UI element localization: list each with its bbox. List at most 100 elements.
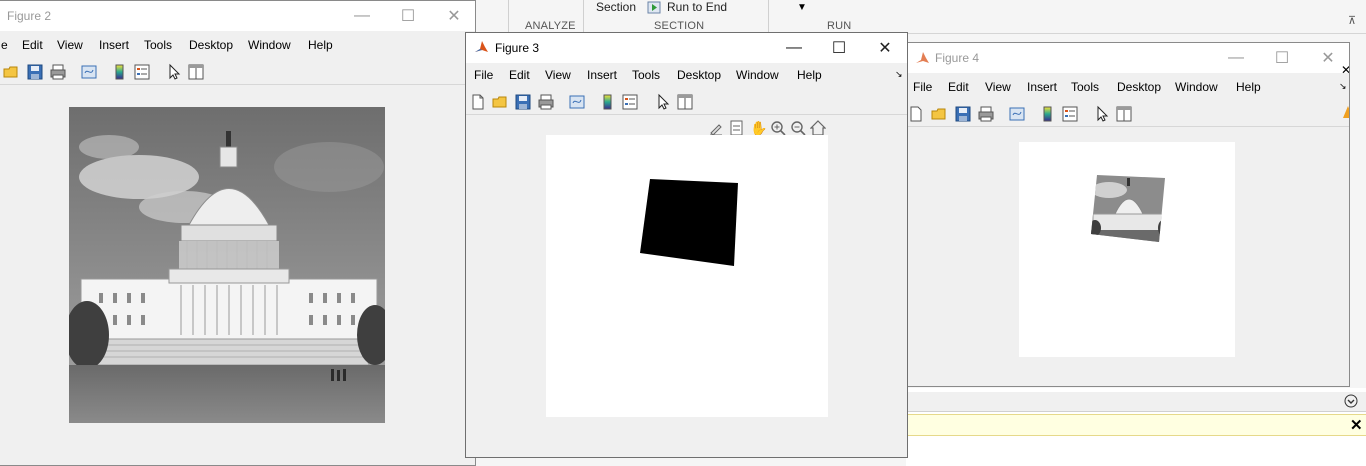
insert-legend-icon[interactable] [133, 63, 151, 81]
figure-3-axes[interactable] [546, 135, 828, 417]
warning-banner: ✕ [906, 414, 1366, 436]
figure-4-window[interactable]: Figure 4 — ☐ ✕ File Edit View Insert Too… [906, 42, 1350, 387]
maximize-icon[interactable]: ☐ [385, 1, 431, 31]
figure-3-title: Figure 3 [495, 41, 540, 55]
minimize-icon[interactable]: — [339, 1, 385, 31]
close-icon[interactable]: ✕ [1341, 63, 1349, 77]
property-inspector-icon[interactable] [1115, 105, 1133, 123]
close-icon[interactable]: ✕ [431, 1, 475, 31]
print-icon[interactable] [49, 63, 67, 81]
minimize-icon[interactable]: — [1213, 43, 1259, 73]
home-icon[interactable] [810, 120, 826, 136]
insert-colorbar-icon[interactable] [111, 63, 129, 81]
dock-arrow-icon[interactable]: ↘ [895, 69, 903, 80]
menu-insert[interactable]: Insert [1027, 80, 1057, 94]
maximize-icon[interactable]: ☐ [1259, 43, 1305, 73]
property-inspector-icon[interactable] [187, 63, 205, 81]
menu-insert[interactable]: Insert [587, 68, 617, 82]
menu-view[interactable]: View [57, 38, 83, 52]
link-plot-icon[interactable] [1008, 105, 1026, 123]
edit-plot-icon[interactable] [654, 93, 672, 111]
toolstrip-separator [508, 0, 509, 34]
save-icon[interactable] [26, 63, 44, 81]
menu-edit[interactable]: Edit [509, 68, 530, 82]
insert-legend-icon[interactable] [621, 93, 639, 111]
maximize-icon[interactable]: ☐ [816, 33, 862, 63]
insert-colorbar-icon[interactable] [1039, 105, 1057, 123]
menu-edit[interactable]: Edit [948, 80, 969, 94]
menu-help[interactable]: Help [308, 38, 333, 52]
matlab-logo-icon [915, 51, 930, 66]
figure-4-menubar: File Edit View Insert Tools Desktop Wind… [907, 76, 1349, 100]
data-tips-icon[interactable] [729, 120, 745, 136]
panel-options-icon[interactable] [1344, 394, 1358, 408]
figure-2-window[interactable]: Figure 2 — ☐ ✕ e Edit View Insert Tools … [0, 0, 476, 466]
insert-legend-icon[interactable] [1061, 105, 1079, 123]
link-plot-icon[interactable] [80, 63, 98, 81]
run-to-end-button[interactable]: Run to End [667, 0, 727, 14]
open-file-icon[interactable] [930, 105, 948, 123]
figure-2-titlebar[interactable]: Figure 2 — ☐ ✕ [0, 1, 475, 31]
pan-icon[interactable]: ✋ [750, 120, 767, 136]
menu-window[interactable]: Window [1175, 80, 1218, 94]
capitol-photo [69, 107, 385, 423]
edit-plot-icon[interactable] [1093, 105, 1111, 123]
menu-insert[interactable]: Insert [99, 38, 129, 52]
warning-icon [1343, 105, 1349, 119]
menu-window[interactable]: Window [248, 38, 291, 52]
figure-3-toolbar [466, 89, 907, 115]
zoom-in-icon[interactable] [770, 120, 786, 136]
menu-file[interactable]: File [913, 80, 932, 94]
menu-help[interactable]: Help [797, 68, 822, 82]
run-to-end-icon [647, 1, 661, 14]
open-file-icon[interactable] [491, 93, 509, 111]
capitol-image-axes[interactable] [69, 107, 385, 423]
figure-3-titlebar[interactable]: Figure 3 — ☐ ✕ [466, 33, 907, 63]
run-dropdown-icon[interactable]: ▼ [797, 2, 807, 13]
menu-tools[interactable]: Tools [632, 68, 660, 82]
group-label-analyze: ANALYZE [525, 20, 576, 32]
close-banner-icon[interactable]: ✕ [1350, 416, 1363, 434]
figure-3-window[interactable]: Figure 3 — ☐ ✕ File Edit View Insert Too… [465, 32, 908, 458]
matlab-logo-icon [474, 40, 489, 55]
collapse-toolstrip-icon[interactable]: ⊼ [1348, 14, 1356, 27]
figure-4-titlebar[interactable]: Figure 4 — ☐ ✕ [907, 43, 1349, 73]
menu-view[interactable]: View [985, 80, 1011, 94]
group-label-run: RUN [827, 20, 852, 32]
link-plot-icon[interactable] [568, 93, 586, 111]
dock-arrow-icon[interactable]: ↘ [1339, 81, 1347, 92]
figure-2-toolbar [0, 59, 475, 85]
menu-desktop[interactable]: Desktop [189, 38, 233, 52]
menu-desktop[interactable]: Desktop [1117, 80, 1161, 94]
save-icon[interactable] [514, 93, 532, 111]
menu-file[interactable]: File [474, 68, 493, 82]
print-icon[interactable] [977, 105, 995, 123]
figure-4-title: Figure 4 [935, 51, 980, 65]
new-figure-icon[interactable] [907, 105, 925, 123]
section-button[interactable]: Section [596, 0, 636, 14]
new-figure-icon[interactable] [469, 93, 487, 111]
menu-window[interactable]: Window [736, 68, 779, 82]
menu-edit[interactable]: Edit [22, 38, 43, 52]
open-file-icon[interactable] [2, 63, 20, 81]
save-icon[interactable] [954, 105, 972, 123]
figure-2-title: Figure 2 [7, 9, 52, 23]
zoom-out-icon[interactable] [790, 120, 806, 136]
warped-capitol-image [1091, 175, 1165, 242]
menu-help[interactable]: Help [1236, 80, 1261, 94]
menu-tools[interactable]: Tools [1071, 80, 1099, 94]
menu-desktop[interactable]: Desktop [677, 68, 721, 82]
close-icon[interactable]: ✕ [862, 33, 907, 63]
menu-tools[interactable]: Tools [144, 38, 172, 52]
minimize-icon[interactable]: — [771, 33, 817, 63]
edit-plot-icon[interactable] [165, 63, 183, 81]
figure-4-axes[interactable] [1019, 142, 1235, 357]
print-icon[interactable] [537, 93, 555, 111]
property-inspector-icon[interactable] [676, 93, 694, 111]
menu-file[interactable]: e [1, 38, 8, 52]
insert-colorbar-icon[interactable] [599, 93, 617, 111]
figure-2-menubar: e Edit View Insert Tools Desktop Window … [0, 34, 475, 58]
brush-icon[interactable] [708, 120, 724, 136]
menu-view[interactable]: View [545, 68, 571, 82]
toolstrip-separator [583, 0, 584, 34]
